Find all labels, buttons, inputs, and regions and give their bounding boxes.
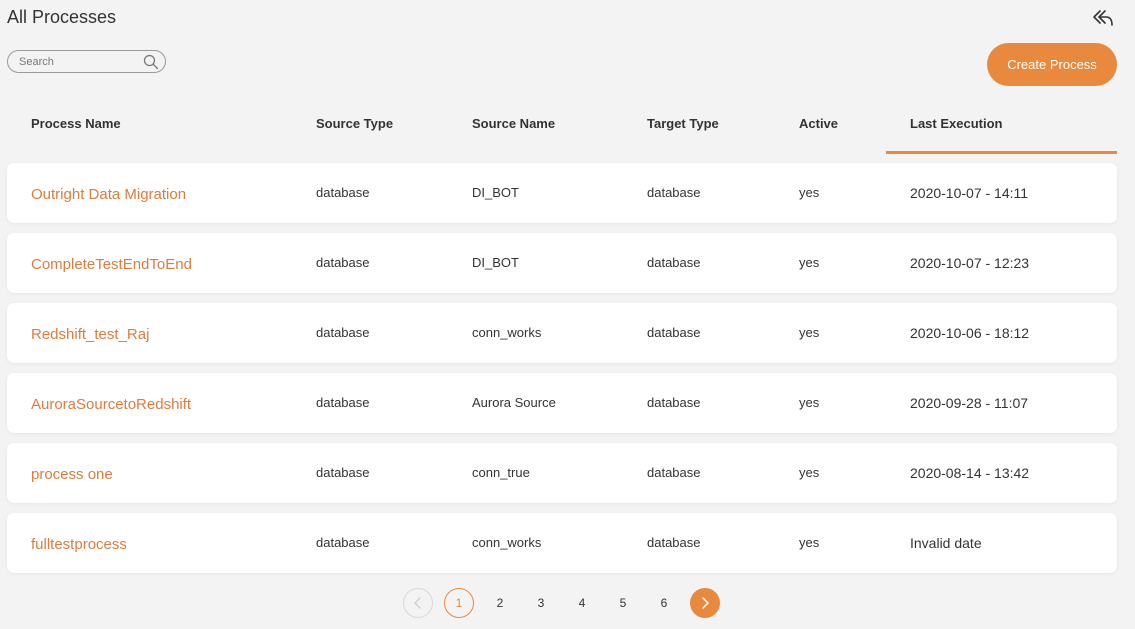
column-header-process-name[interactable]: Process Name (31, 116, 121, 131)
target-type-cell: database (647, 535, 701, 550)
source-type-cell: database (316, 255, 370, 270)
page-button-1[interactable]: 1 (444, 588, 474, 618)
pagination: 1 2 3 4 5 6 (0, 588, 1135, 618)
column-header-source-type[interactable]: Source Type (316, 116, 393, 131)
chevron-right-icon (702, 597, 709, 609)
last-execution-cell: 2020-10-07 - 12:23 (910, 255, 1030, 271)
create-process-button[interactable]: Create Process (987, 43, 1117, 86)
chevron-left-icon (414, 597, 421, 609)
process-name-link[interactable]: Redshift_test_Raj (31, 326, 149, 343)
column-header-target-type[interactable]: Target Type (647, 116, 719, 131)
active-cell: yes (799, 535, 820, 550)
target-type-cell: database (647, 185, 701, 200)
column-header-last-execution[interactable]: Last Execution (910, 116, 1002, 131)
column-header-active[interactable]: Active (799, 116, 838, 131)
process-name-link[interactable]: CompleteTestEndToEnd (31, 256, 192, 273)
table-row[interactable]: Outright Data Migration database DI_BOT … (7, 163, 1117, 223)
target-type-cell: database (647, 465, 701, 480)
reply-back-icon (1093, 10, 1113, 26)
search-input[interactable] (19, 54, 139, 69)
target-type-cell: database (647, 255, 701, 270)
source-type-cell: database (316, 325, 370, 340)
search-box (7, 50, 166, 73)
sort-indicator (886, 151, 1117, 154)
last-execution-cell: 2020-10-07 - 14:11 (910, 185, 1029, 201)
table-row[interactable]: Redshift_test_Raj database conn_works da… (7, 303, 1117, 363)
column-header-source-name[interactable]: Source Name (472, 116, 555, 131)
table-header: Process Name Source Type Source Name Tar… (0, 0, 1135, 160)
source-name-cell: conn_works (472, 325, 542, 340)
table-row[interactable]: process one database conn_true database … (7, 443, 1117, 503)
last-execution-cell: Invalid date (910, 535, 982, 551)
process-name-link[interactable]: fulltestprocess (31, 536, 127, 553)
source-type-cell: database (316, 395, 370, 410)
last-execution-cell: 2020-09-28 - 11:07 (910, 395, 1029, 411)
table-row[interactable]: fulltestprocess database conn_works data… (7, 513, 1117, 573)
page-button-3[interactable]: 3 (526, 588, 556, 618)
target-type-cell: database (647, 395, 701, 410)
page-button-4[interactable]: 4 (567, 588, 597, 618)
page-button-2[interactable]: 2 (485, 588, 515, 618)
source-type-cell: database (316, 535, 370, 550)
table-row[interactable]: AuroraSourcetoRedshift database Aurora S… (7, 373, 1117, 433)
page-button-6[interactable]: 6 (649, 588, 679, 618)
source-name-cell: DI_BOT (472, 185, 519, 200)
table-row[interactable]: CompleteTestEndToEnd database DI_BOT dat… (7, 233, 1117, 293)
active-cell: yes (799, 255, 820, 270)
last-execution-cell: 2020-08-14 - 13:42 (910, 465, 1030, 481)
search-icon[interactable] (143, 54, 159, 70)
source-name-cell: DI_BOT (472, 255, 519, 270)
process-name-link[interactable]: process one (31, 466, 113, 483)
process-name-link[interactable]: Outright Data Migration (31, 186, 186, 203)
active-cell: yes (799, 325, 820, 340)
active-cell: yes (799, 465, 820, 480)
page-title: All Processes (7, 7, 117, 27)
last-execution-cell: 2020-10-06 - 18:12 (910, 325, 1030, 341)
previous-page-button[interactable] (403, 588, 433, 618)
active-cell: yes (799, 395, 820, 410)
page-button-5[interactable]: 5 (608, 588, 638, 618)
source-type-cell: database (316, 185, 370, 200)
next-page-button[interactable] (690, 588, 720, 618)
target-type-cell: database (647, 325, 701, 340)
source-type-cell: database (316, 465, 370, 480)
back-button[interactable] (1090, 6, 1116, 30)
source-name-cell: conn_true (472, 465, 530, 480)
active-cell: yes (799, 185, 820, 200)
source-name-cell: Aurora Source (472, 395, 556, 410)
source-name-cell: conn_works (472, 535, 542, 550)
process-name-link[interactable]: AuroraSourcetoRedshift (31, 396, 191, 413)
